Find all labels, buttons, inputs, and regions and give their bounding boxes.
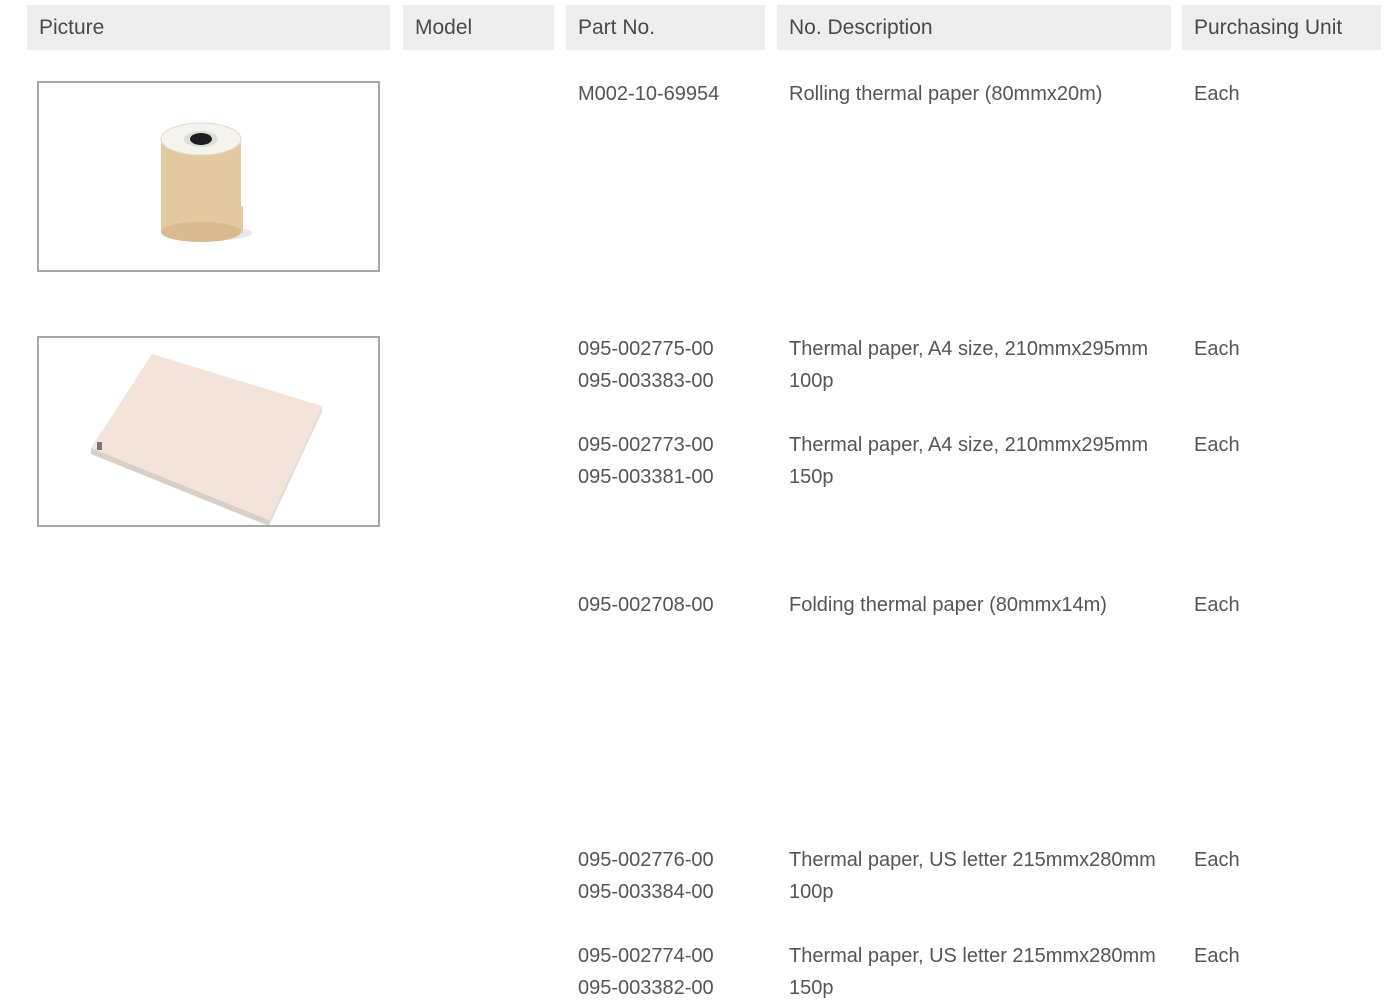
product-image-paper-roll bbox=[37, 81, 380, 272]
part-no-row5-line1: 095-002776-00 bbox=[578, 849, 714, 871]
part-no-row3-line2: 095-003381-00 bbox=[578, 466, 714, 488]
part-no-row6-line1: 095-002774-00 bbox=[578, 945, 714, 967]
description-row6-line2: 150p bbox=[789, 977, 834, 999]
description-row6-line1: Thermal paper, US letter 215mmx280mm bbox=[789, 945, 1156, 967]
part-no-row5-line2: 095-003384-00 bbox=[578, 881, 714, 903]
part-no-row4-line1: 095-002708-00 bbox=[578, 594, 714, 616]
paper-stack-illustration bbox=[91, 354, 322, 525]
paper-roll-illustration bbox=[160, 122, 252, 242]
header-picture: Picture bbox=[27, 5, 390, 50]
unit-row1: Each bbox=[1194, 83, 1240, 105]
description-row4-line1: Folding thermal paper (80mmx14m) bbox=[789, 594, 1107, 616]
description-row2-line2: 100p bbox=[789, 370, 834, 392]
part-no-row2-line1: 095-002775-00 bbox=[578, 338, 714, 360]
header-purchasing-unit: Purchasing Unit bbox=[1182, 5, 1381, 50]
description-row1-line1: Rolling thermal paper (80mmx20m) bbox=[789, 83, 1103, 105]
header-part-no: Part No. bbox=[566, 5, 765, 50]
part-no-row3-line1: 095-002773-00 bbox=[578, 434, 714, 456]
header-model: Model bbox=[403, 5, 554, 50]
unit-row6: Each bbox=[1194, 945, 1240, 967]
unit-row4: Each bbox=[1194, 594, 1240, 616]
description-row3-line1: Thermal paper, A4 size, 210mmx295mm bbox=[789, 434, 1149, 456]
description-row5-line1: Thermal paper, US letter 215mmx280mm bbox=[789, 849, 1156, 871]
part-no-row2-line2: 095-003383-00 bbox=[578, 370, 714, 392]
description-row3-line2: 150p bbox=[789, 466, 834, 488]
product-image-paper-stack bbox=[37, 336, 380, 527]
unit-row3: Each bbox=[1194, 434, 1240, 456]
part-no-row6-line2: 095-003382-00 bbox=[578, 977, 714, 999]
part-no-row1-line1: M002-10-69954 bbox=[578, 83, 720, 105]
header-description: No. Description bbox=[777, 5, 1171, 50]
description-row5-line2: 100p bbox=[789, 881, 834, 903]
description-row2-line1: Thermal paper, A4 size, 210mmx295mm bbox=[789, 338, 1149, 360]
unit-row5: Each bbox=[1194, 849, 1240, 871]
unit-row2: Each bbox=[1194, 338, 1240, 360]
